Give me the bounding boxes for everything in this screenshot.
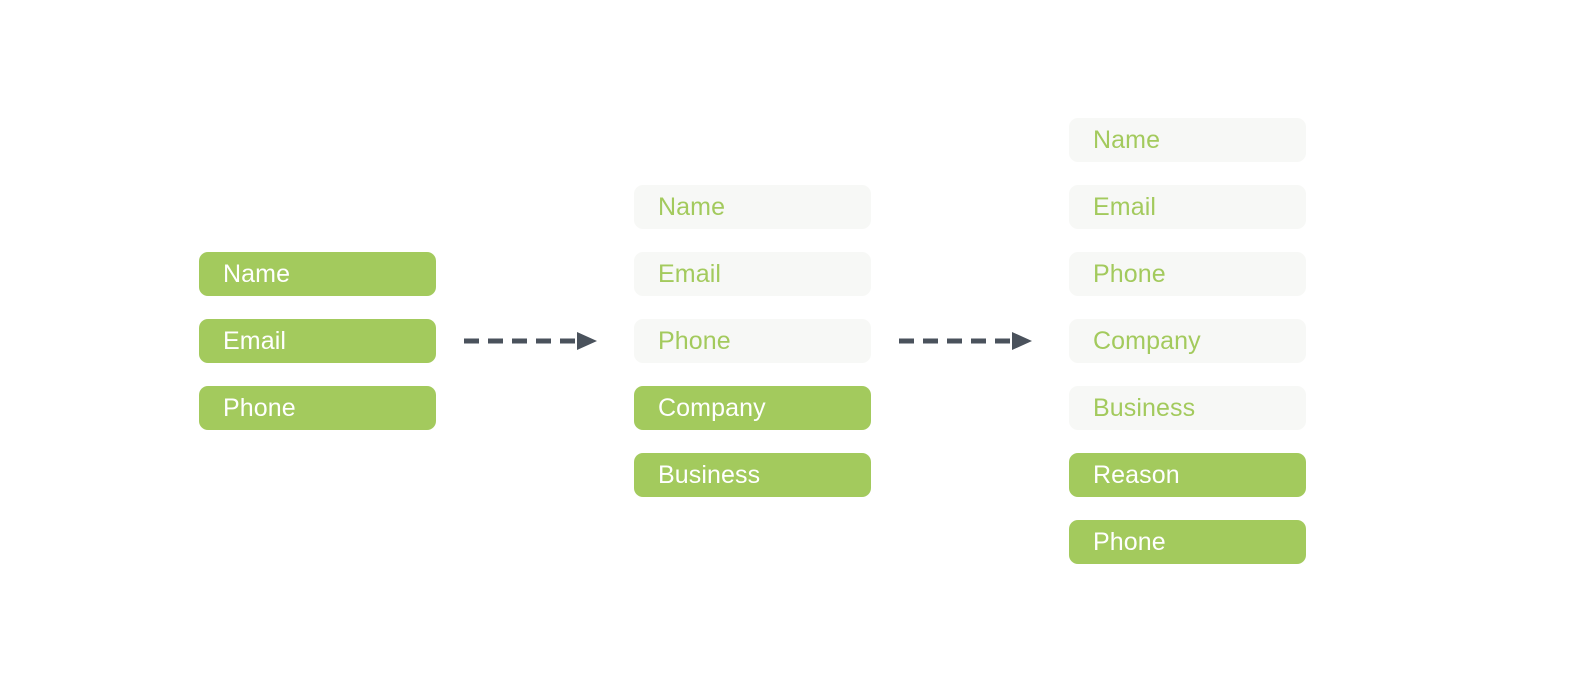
field-pill-phone[interactable]: Phone — [634, 319, 871, 363]
field-pill-company[interactable]: Company — [1069, 319, 1306, 363]
field-pill-name[interactable]: Name — [199, 252, 436, 296]
field-pill-reason[interactable]: Reason — [1069, 453, 1306, 497]
field-pill-company[interactable]: Company — [634, 386, 871, 430]
arrow-stage2-to-stage3 — [899, 328, 1037, 354]
arrowhead-icon — [1012, 332, 1032, 350]
field-group-stage-3: Name Email Phone Company Business Reason Phone — [1069, 118, 1306, 564]
field-pill-name[interactable]: Name — [1069, 118, 1306, 162]
arrow-stage1-to-stage2 — [464, 328, 602, 354]
field-group-stage-1: Name Email Phone — [199, 252, 436, 430]
field-pill-phone[interactable]: Phone — [1069, 252, 1306, 296]
field-pill-phone[interactable]: Phone — [199, 386, 436, 430]
field-pill-email[interactable]: Email — [199, 319, 436, 363]
field-pill-email[interactable]: Email — [1069, 185, 1306, 229]
field-pill-phone[interactable]: Phone — [1069, 520, 1306, 564]
field-pill-email[interactable]: Email — [634, 252, 871, 296]
field-group-stage-2: Name Email Phone Company Business — [634, 185, 871, 497]
arrowhead-icon — [577, 332, 597, 350]
field-pill-business[interactable]: Business — [1069, 386, 1306, 430]
field-pill-business[interactable]: Business — [634, 453, 871, 497]
field-pill-name[interactable]: Name — [634, 185, 871, 229]
diagram-canvas: Name Email Phone Name Email Phone Company Busi… — [0, 0, 1586, 690]
